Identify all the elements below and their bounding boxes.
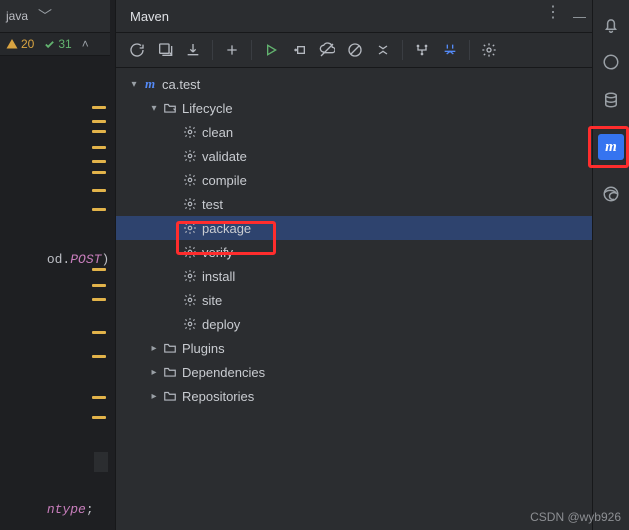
folder-icon xyxy=(162,364,178,380)
weak-warning-count: 31 xyxy=(58,37,71,51)
phase-label: test xyxy=(202,197,223,212)
minimize-icon[interactable]: — xyxy=(573,9,586,24)
phase-label: verify xyxy=(202,245,233,260)
editor-inspection-bar: 20 31 ˄ xyxy=(0,33,110,56)
editor-tab-filename[interactable]: java xyxy=(6,9,28,23)
show-diagram-icon[interactable] xyxy=(441,41,459,59)
maven-tree[interactable]: ▾ m ca.test ▾ Lifecycle clean validate xyxy=(116,68,594,408)
watermark: CSDN @wyb926 xyxy=(530,510,621,524)
warning-indicator[interactable]: 20 xyxy=(6,37,34,51)
gear-icon xyxy=(182,172,198,188)
warning-count: 20 xyxy=(21,37,34,51)
phase-compile[interactable]: compile xyxy=(116,168,594,192)
run-icon[interactable] xyxy=(262,41,280,59)
phase-label: compile xyxy=(202,173,247,188)
plugins-label: Plugins xyxy=(182,341,225,356)
show-dependencies-icon[interactable] xyxy=(413,41,431,59)
code-line: od.POST) xyxy=(0,237,109,282)
gear-icon xyxy=(182,196,198,212)
download-sources-icon[interactable] xyxy=(184,41,202,59)
maven-toolbar xyxy=(116,33,594,68)
folder-icon xyxy=(162,388,178,404)
phase-validate[interactable]: validate xyxy=(116,144,594,168)
code-line: ntype; xyxy=(0,487,94,530)
phase-verify[interactable]: verify xyxy=(116,240,594,264)
tree-lifecycle-node[interactable]: ▾ Lifecycle xyxy=(116,96,594,120)
dependencies-label: Dependencies xyxy=(182,365,265,380)
generate-sources-icon[interactable] xyxy=(156,41,174,59)
phase-clean[interactable]: clean xyxy=(116,120,594,144)
phase-site[interactable]: site xyxy=(116,288,594,312)
chevron-right-icon[interactable]: ▸ xyxy=(146,343,162,354)
gear-icon xyxy=(182,268,198,284)
phase-label: validate xyxy=(202,149,247,164)
maven-glyph: m xyxy=(605,139,617,156)
gear-icon xyxy=(182,148,198,164)
phase-label: package xyxy=(202,221,251,236)
weak-warning-indicator[interactable]: 31 xyxy=(44,37,71,51)
chevron-right-icon[interactable]: ▸ xyxy=(146,367,162,378)
options-icon[interactable]: ⋮ xyxy=(545,9,559,24)
folder-icon xyxy=(162,100,178,116)
notifications-icon[interactable] xyxy=(601,14,621,34)
chevron-up-down-icon[interactable]: ˄ xyxy=(82,37,89,51)
settings-icon[interactable] xyxy=(480,41,498,59)
reload-icon[interactable] xyxy=(128,41,146,59)
database-icon[interactable] xyxy=(601,90,621,110)
toggle-offline-icon[interactable] xyxy=(318,41,336,59)
phase-deploy[interactable]: deploy xyxy=(116,312,594,336)
gear-icon xyxy=(182,292,198,308)
execute-goal-icon[interactable] xyxy=(290,41,308,59)
editor-body[interactable]: od.POST) ntype; xyxy=(0,56,110,530)
right-tool-sidebar: m xyxy=(592,0,629,530)
project-label: ca.test xyxy=(162,77,200,92)
editor-pane: java ﹀ 20 31 ˄ xyxy=(0,0,110,530)
phase-label: clean xyxy=(202,125,233,140)
chevron-down-icon[interactable]: ▾ xyxy=(146,103,162,114)
repositories-label: Repositories xyxy=(182,389,254,404)
lifecycle-label: Lifecycle xyxy=(182,101,233,116)
gear-icon xyxy=(182,316,198,332)
phase-install[interactable]: install xyxy=(116,264,594,288)
gear-icon xyxy=(182,124,198,140)
maven-tool-window: Maven ⋮ — xyxy=(115,0,595,530)
chevron-down-icon[interactable]: ▾ xyxy=(126,79,142,90)
phase-label: install xyxy=(202,269,235,284)
maven-titlebar: Maven ⋮ — xyxy=(116,0,594,33)
tree-dependencies-node[interactable]: ▸ Dependencies xyxy=(116,360,594,384)
ai-assistant-icon[interactable] xyxy=(601,52,621,72)
phase-label: deploy xyxy=(202,317,240,332)
chevron-down-icon[interactable]: ﹀ xyxy=(38,6,52,26)
tree-repositories-node[interactable]: ▸ Repositories xyxy=(116,384,594,408)
edge-browser-icon[interactable] xyxy=(601,184,621,204)
caret-line-highlight xyxy=(94,452,108,472)
phase-test[interactable]: test xyxy=(116,192,594,216)
maven-title: Maven xyxy=(130,9,169,24)
editor-tab-bar: java ﹀ xyxy=(0,0,110,33)
phase-label: site xyxy=(202,293,222,308)
gear-icon xyxy=(182,244,198,260)
collapse-all-icon[interactable] xyxy=(374,41,392,59)
tree-plugins-node[interactable]: ▸ Plugins xyxy=(116,336,594,360)
phase-package[interactable]: package xyxy=(116,216,594,240)
folder-icon xyxy=(162,340,178,356)
skip-tests-icon[interactable] xyxy=(346,41,364,59)
chevron-right-icon[interactable]: ▸ xyxy=(146,391,162,402)
add-project-icon[interactable] xyxy=(223,41,241,59)
gear-icon xyxy=(182,220,198,236)
maven-icon: m xyxy=(142,76,158,92)
maven-tool-button[interactable]: m xyxy=(598,134,624,160)
tree-project-node[interactable]: ▾ m ca.test xyxy=(116,72,594,96)
